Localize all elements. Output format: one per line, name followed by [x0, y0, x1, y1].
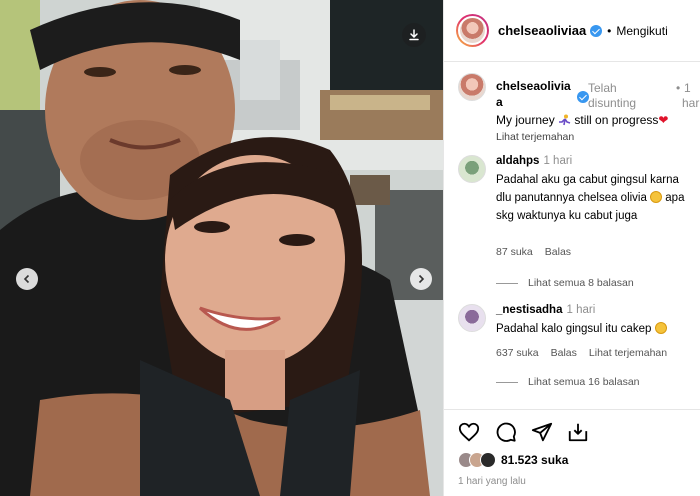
download-button[interactable] — [402, 23, 426, 47]
comment-text: Padahal kalo gingsul itu cakep — [496, 320, 696, 338]
comment-likes[interactable]: 637 suka — [496, 347, 539, 359]
share-icon[interactable] — [531, 421, 553, 443]
crying-face-emoji-icon — [650, 191, 663, 203]
caption-days: 1 — [684, 81, 691, 95]
heart-emoji-icon: ❤ — [658, 113, 669, 127]
replies-divider — [496, 282, 518, 284]
heart-icon[interactable] — [458, 421, 480, 443]
next-image-button[interactable] — [410, 268, 432, 290]
post-time: 1 hari yang lalu — [458, 476, 526, 487]
comment-meta: 87 suka Balas — [496, 246, 583, 258]
runner-emoji-icon — [559, 114, 571, 126]
separator-dot: • — [676, 81, 681, 95]
save-icon[interactable] — [567, 421, 589, 443]
edited-status: Telah disunting — [588, 81, 637, 110]
commenter-avatar[interactable] — [458, 304, 486, 332]
caption-text-part2: still on progress — [571, 113, 659, 127]
view-replies-label: Lihat semua 16 balasan — [528, 376, 640, 388]
view-replies-button[interactable]: Lihat semua 8 balasan — [496, 277, 634, 289]
comment-time: 1 hari — [543, 155, 573, 167]
surprised-face-emoji-icon — [654, 322, 667, 334]
comment-meta: 637 suka Balas Lihat terjemahan — [496, 347, 679, 359]
following-button[interactable]: Mengikuti — [616, 24, 667, 38]
commenter-name: _nestisadha 1 hari — [496, 304, 595, 316]
author-avatar[interactable] — [456, 14, 489, 47]
chevron-left-icon — [23, 274, 30, 284]
view-replies-label: Lihat semua 8 balasan — [528, 277, 634, 289]
verified-badge-icon — [590, 24, 603, 37]
comment-likes[interactable]: 87 suka — [496, 246, 533, 258]
download-icon — [409, 29, 419, 41]
replies-divider — [496, 381, 518, 383]
likes-count[interactable]: 81.523 suka — [501, 453, 568, 467]
commenter-username[interactable]: _nestisadha — [496, 304, 562, 316]
post-header: chelseaoliviaa • Mengikuti — [444, 0, 700, 62]
post-actions: 81.523 suka 1 hari yang lalu — [444, 409, 700, 496]
caption-translate-link[interactable]: Lihat terjemahan — [496, 131, 574, 143]
author-username[interactable]: chelseaoliviaa — [498, 23, 586, 38]
caption-days-unit: hari — [682, 96, 700, 110]
chevron-right-icon — [418, 274, 425, 284]
post-side-panel: chelseaoliviaa • Mengikuti chelseaolivia… — [443, 0, 700, 496]
previous-image-button[interactable] — [16, 268, 38, 290]
caption-username[interactable]: chelseaolivia a — [496, 78, 576, 110]
separator-dot: • — [607, 23, 612, 38]
commenter-name: aldahps 1 hari — [496, 155, 572, 167]
reply-button[interactable]: Balas — [545, 246, 571, 258]
reply-button[interactable]: Balas — [551, 347, 577, 359]
liker-avatar — [480, 452, 496, 468]
comment-icon[interactable] — [495, 421, 517, 443]
likes-summary[interactable]: 81.523 suka — [458, 452, 568, 468]
comment-time: 1 hari — [566, 304, 596, 316]
caption-avatar[interactable] — [458, 73, 486, 101]
view-replies-button[interactable]: Lihat semua 16 balasan — [496, 376, 640, 388]
caption-text: My journey still on progress❤ — [496, 113, 700, 127]
commenter-username[interactable]: aldahps — [496, 155, 539, 167]
selfie-photo-image — [0, 0, 443, 496]
comments-list[interactable]: chelseaolivia a Telah disunting • 1 hari… — [444, 63, 700, 408]
commenter-avatar[interactable] — [458, 155, 486, 183]
comment-translate-link[interactable]: Lihat terjemahan — [589, 347, 667, 359]
comment-text-part1: Padahal kalo gingsul itu cakep — [496, 323, 652, 335]
caption-text-part1: My journey — [496, 113, 559, 127]
post-photo[interactable] — [0, 0, 443, 496]
comment-text: Padahal aku ga cabut gingsul karna dlu p… — [496, 171, 696, 225]
